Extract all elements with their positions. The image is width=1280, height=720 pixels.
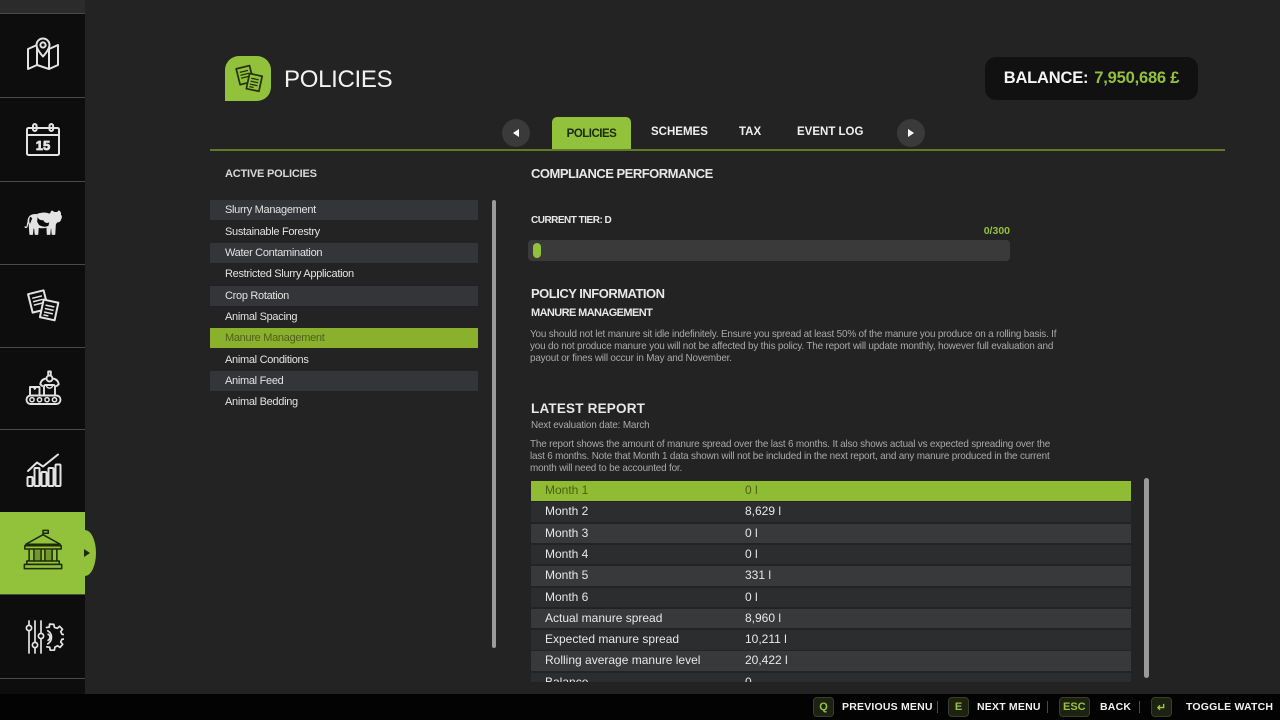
svg-text:15: 15 (35, 138, 49, 153)
